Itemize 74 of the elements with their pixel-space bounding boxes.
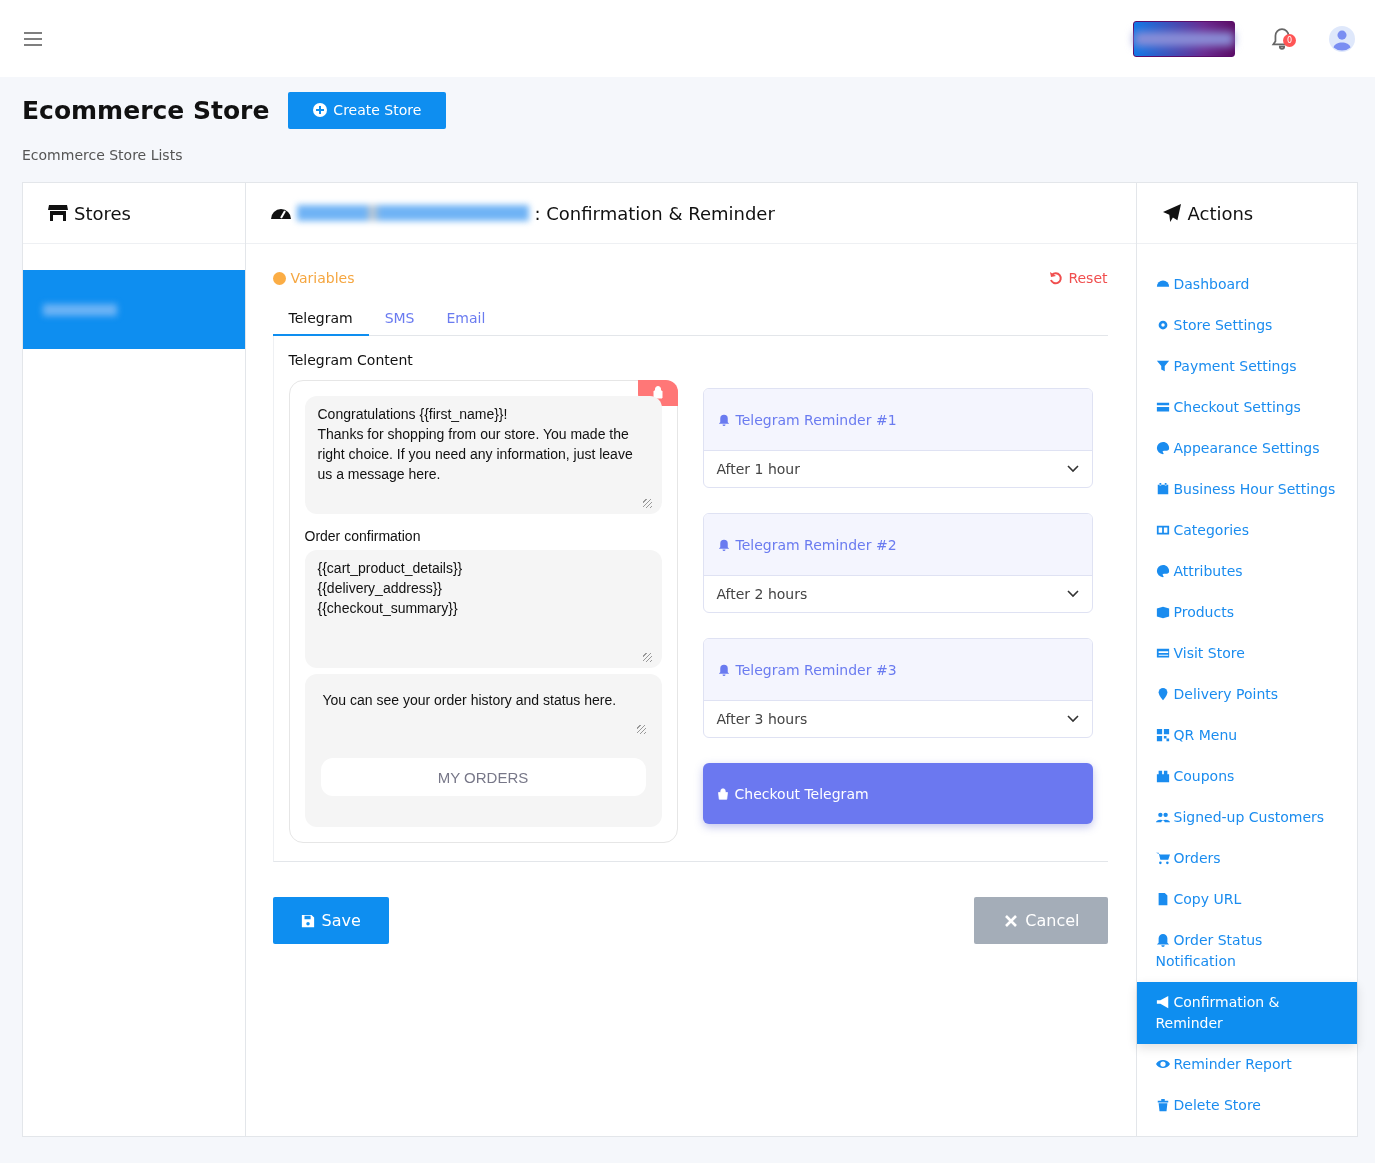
page-title: Ecommerce Store bbox=[22, 95, 270, 125]
action-link[interactable]: Checkout Settings bbox=[1136, 387, 1357, 428]
cart-icon bbox=[1155, 851, 1170, 865]
delay-select[interactable]: After 2 hours bbox=[703, 576, 1092, 612]
columns-icon bbox=[1155, 523, 1170, 537]
editor-title: : Confirmation & Reminder bbox=[534, 202, 775, 224]
confirmation-label: Order confirmation bbox=[304, 528, 422, 544]
tab[interactable]: Email bbox=[430, 310, 502, 336]
bell-icon bbox=[717, 413, 730, 426]
box-icon bbox=[1155, 605, 1170, 619]
action-link[interactable]: Copy URL bbox=[1136, 879, 1357, 920]
eye-icon bbox=[1155, 1057, 1170, 1071]
action-link[interactable]: Order Status Notification bbox=[1136, 920, 1357, 982]
menu-icon[interactable] bbox=[24, 31, 42, 46]
action-link[interactable]: Business Hour Settings bbox=[1136, 469, 1357, 510]
action-link[interactable]: Products bbox=[1136, 592, 1357, 633]
paper-plane-icon bbox=[1161, 204, 1182, 222]
create-store-button[interactable]: Create Store bbox=[288, 91, 447, 129]
reset-button[interactable]: Reset bbox=[1049, 270, 1108, 286]
close-icon bbox=[1004, 913, 1019, 928]
bell-icon bbox=[717, 663, 730, 676]
greeting-textarea[interactable]: Congratulations {{first_name}}! Thanks for shopping from our store. You made the right choice. If you need any information, just leave us a message here. bbox=[304, 396, 662, 514]
bell-icon bbox=[717, 538, 730, 551]
actions-heading: Actions bbox=[1187, 202, 1254, 224]
cancel-button[interactable]: Cancel bbox=[974, 897, 1108, 944]
action-link[interactable]: Visit Store bbox=[1136, 633, 1357, 674]
funnel-icon bbox=[1155, 359, 1170, 373]
card-icon bbox=[1155, 400, 1170, 414]
table-icon bbox=[1155, 646, 1170, 660]
reminder-title: Telegram Reminder #3 bbox=[735, 661, 897, 678]
action-link[interactable]: Orders bbox=[1136, 838, 1357, 879]
reminder-title: Telegram Reminder #1 bbox=[735, 411, 897, 428]
storefront-icon bbox=[48, 204, 68, 222]
action-link[interactable]: Categories bbox=[1136, 510, 1357, 551]
variables-link[interactable]: Variables bbox=[272, 270, 355, 286]
stores-heading: Stores bbox=[74, 202, 131, 224]
action-link[interactable]: Confirmation & Reminder bbox=[1136, 982, 1357, 1044]
action-link[interactable]: Delivery Points bbox=[1136, 674, 1357, 715]
action-link[interactable]: Attributes bbox=[1136, 551, 1357, 592]
tab[interactable]: Telegram bbox=[272, 310, 369, 336]
action-link[interactable]: Appearance Settings bbox=[1136, 428, 1357, 469]
trash-icon bbox=[1155, 1098, 1170, 1112]
tab[interactable]: SMS bbox=[368, 310, 431, 336]
delay-select[interactable]: After 3 hours bbox=[703, 701, 1092, 737]
undo-icon bbox=[1049, 271, 1064, 285]
action-link[interactable]: Signed-up Customers bbox=[1136, 797, 1357, 838]
calendar-icon bbox=[1155, 482, 1170, 496]
account-switcher[interactable] bbox=[1133, 20, 1235, 57]
content-label: Telegram Content bbox=[288, 352, 414, 368]
action-link[interactable]: QR Menu bbox=[1136, 715, 1357, 756]
confirmation-textarea[interactable]: {{cart_product_details}} {{delivery_address}} {{checkout_summary}} bbox=[304, 550, 662, 668]
action-link[interactable]: Dashboard bbox=[1136, 264, 1357, 305]
bell-icon bbox=[1155, 933, 1170, 947]
action-link[interactable]: Reminder Report bbox=[1136, 1044, 1357, 1085]
my-orders-button[interactable]: MY ORDERS bbox=[320, 758, 646, 796]
action-link[interactable]: Delete Store bbox=[1136, 1085, 1357, 1126]
users-icon bbox=[1155, 810, 1170, 824]
chevron-down-icon bbox=[1066, 715, 1079, 723]
checkout-telegram-button[interactable]: Checkout Telegram bbox=[702, 763, 1093, 824]
bag-icon bbox=[716, 787, 729, 800]
chevron-down-icon bbox=[1066, 465, 1079, 473]
action-link[interactable]: Coupons bbox=[1136, 756, 1357, 797]
megaphone-icon bbox=[1155, 995, 1170, 1009]
history-textarea[interactable]: You can see your order history and status here. bbox=[320, 690, 646, 738]
action-link[interactable]: Payment Settings bbox=[1136, 346, 1357, 387]
plus-circle-icon bbox=[313, 103, 328, 117]
chevron-down-icon bbox=[1066, 590, 1079, 598]
save-button[interactable]: Save bbox=[272, 897, 389, 944]
page-subtitle: Ecommerce Store Lists bbox=[22, 147, 184, 163]
notification-badge: 0 bbox=[1283, 33, 1296, 47]
delay-select[interactable]: After 1 hour bbox=[703, 451, 1092, 487]
action-link[interactable]: Store Settings bbox=[1136, 305, 1357, 346]
qr-code-icon bbox=[1155, 728, 1170, 742]
reminder-title: Telegram Reminder #2 bbox=[735, 536, 897, 553]
